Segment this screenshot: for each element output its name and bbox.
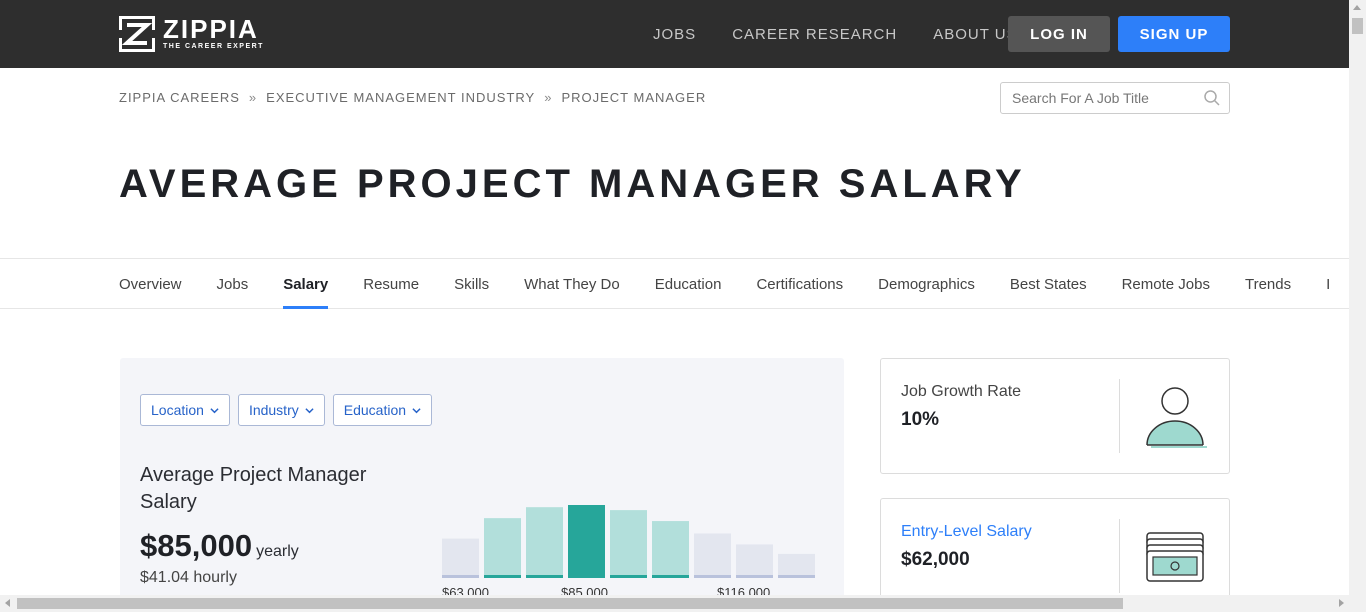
filter-location[interactable]: Location — [140, 394, 230, 426]
zippia-logo[interactable]: ZIPPIA THE CAREER EXPERT — [119, 16, 264, 52]
tab-education[interactable]: Education — [655, 259, 722, 309]
filter-bar: Location Industry Education — [140, 394, 440, 426]
histogram-bar[interactable] — [652, 521, 689, 578]
histogram-bar-base — [526, 575, 563, 578]
histogram-bar-base — [778, 575, 815, 578]
tab-what-they-do[interactable]: What They Do — [524, 259, 620, 309]
salary-unit: yearly — [256, 543, 299, 560]
nav-links: JOBS CAREER RESEARCH ABOUT US — [635, 16, 1036, 52]
scroll-right-arrow-icon[interactable] — [1339, 599, 1344, 607]
job-growth-card: Job Growth Rate 10% — [880, 358, 1230, 474]
histogram-bar-base — [652, 575, 689, 578]
histogram-bar[interactable] — [568, 505, 605, 578]
tab-salary[interactable]: Salary — [283, 259, 329, 309]
vertical-scrollbar-thumb[interactable] — [1352, 18, 1363, 34]
brand-tagline: THE CAREER EXPERT — [163, 43, 264, 50]
histogram-bar[interactable] — [484, 518, 521, 578]
vertical-scrollbar[interactable] — [1349, 0, 1366, 612]
top-navbar: ZIPPIA THE CAREER EXPERT JOBS CAREER RES… — [0, 0, 1349, 68]
breadcrumb-separator: » — [248, 90, 258, 105]
tab-jobs[interactable]: Jobs — [217, 259, 249, 309]
scroll-up-arrow-icon[interactable] — [1353, 5, 1361, 10]
tab-trends[interactable]: Trends — [1245, 259, 1291, 309]
breadcrumb-industry[interactable]: EXECUTIVE MANAGEMENT INDUSTRY — [266, 90, 535, 105]
histogram-bar[interactable] — [526, 507, 563, 578]
histogram-bar[interactable] — [442, 538, 479, 578]
scroll-left-arrow-icon[interactable] — [5, 599, 10, 607]
chevron-down-icon — [210, 407, 219, 413]
salary-card: Location Industry Education Average Projec… — [120, 358, 844, 598]
salary-histogram: $63,000 $85,000 $116,000 — [442, 505, 815, 598]
histogram-bar[interactable] — [778, 553, 815, 578]
section-tabs: Overview Jobs Salary Resume Skills What They … — [0, 258, 1349, 309]
person-icon — [1146, 387, 1207, 448]
search-icon[interactable] — [1203, 89, 1221, 107]
tab-demographics[interactable]: Demographics — [878, 259, 975, 309]
histogram-bar[interactable] — [736, 544, 773, 578]
salary-amount: $85,000 — [140, 528, 253, 563]
tab-overview[interactable]: Overview — [119, 259, 182, 309]
tab-resume[interactable]: Resume — [363, 259, 419, 309]
histogram-bar[interactable] — [610, 510, 647, 578]
entry-level-salary-value: $62,000 — [901, 549, 970, 570]
histogram-bar-base — [484, 575, 521, 578]
salary-yearly: $85,000 yearly — [140, 528, 299, 564]
histogram-bar-base — [568, 575, 605, 578]
divider — [1119, 519, 1120, 593]
breadcrumb-job-title[interactable]: PROJECT MANAGER — [561, 90, 706, 105]
salary-heading: Average Project Manager Salary — [140, 464, 367, 513]
tab-skills[interactable]: Skills — [454, 259, 489, 309]
horizontal-scrollbar-thumb[interactable] — [17, 598, 1123, 609]
chevron-down-icon — [412, 407, 421, 413]
filter-label: Industry — [248, 402, 299, 418]
job-growth-label: Job Growth Rate — [901, 383, 1022, 400]
signup-button[interactable]: SIGN UP — [1118, 16, 1230, 52]
breadcrumb-zippia-careers[interactable]: ZIPPIA CAREERS — [119, 90, 240, 105]
brand-name: ZIPPIA — [163, 14, 259, 44]
tab-remote-jobs[interactable]: Remote Jobs — [1122, 259, 1210, 309]
nav-link-jobs[interactable]: JOBS — [653, 26, 696, 43]
divider — [1119, 379, 1120, 453]
histogram-bar-base — [694, 575, 731, 578]
job-search-box — [1000, 82, 1230, 114]
tab-i[interactable]: I — [1326, 259, 1330, 309]
tab-certifications[interactable]: Certifications — [756, 259, 843, 309]
tab-best-states[interactable]: Best States — [1010, 259, 1087, 309]
histogram-bar-base — [610, 575, 647, 578]
tab-list: Overview Jobs Salary Resume Skills What They … — [119, 259, 1365, 309]
horizontal-scrollbar[interactable] — [0, 595, 1349, 612]
page-title: AVERAGE PROJECT MANAGER SALARY — [119, 162, 1026, 206]
histogram-bar-base — [442, 575, 479, 578]
page: ZIPPIA THE CAREER EXPERT JOBS CAREER RES… — [0, 0, 1366, 612]
filter-label: Education — [343, 402, 407, 418]
nav-link-career-research[interactable]: CAREER RESEARCH — [732, 26, 897, 43]
login-button[interactable]: LOG IN — [1008, 16, 1110, 52]
nav-link-about-us[interactable]: ABOUT US — [933, 26, 1017, 43]
breadcrumb: ZIPPIA CAREERS » EXECUTIVE MANAGEMENT IN… — [119, 90, 706, 105]
filter-education[interactable]: Education — [332, 394, 433, 426]
histogram-bar[interactable] — [694, 533, 731, 578]
filter-industry[interactable]: Industry — [237, 394, 325, 426]
histogram-bar-base — [736, 575, 773, 578]
salary-hourly: $41.04 hourly — [140, 569, 237, 586]
filter-label: Location — [151, 402, 204, 418]
zippia-logo-icon — [119, 16, 155, 52]
chevron-down-icon — [305, 407, 314, 413]
breadcrumb-separator: » — [544, 90, 553, 105]
money-stack-icon — [1146, 532, 1204, 582]
entry-level-salary-link[interactable]: Entry-Level Salary — [901, 523, 1032, 541]
job-search-input[interactable] — [1001, 90, 1191, 106]
job-growth-value: 10% — [901, 409, 940, 430]
